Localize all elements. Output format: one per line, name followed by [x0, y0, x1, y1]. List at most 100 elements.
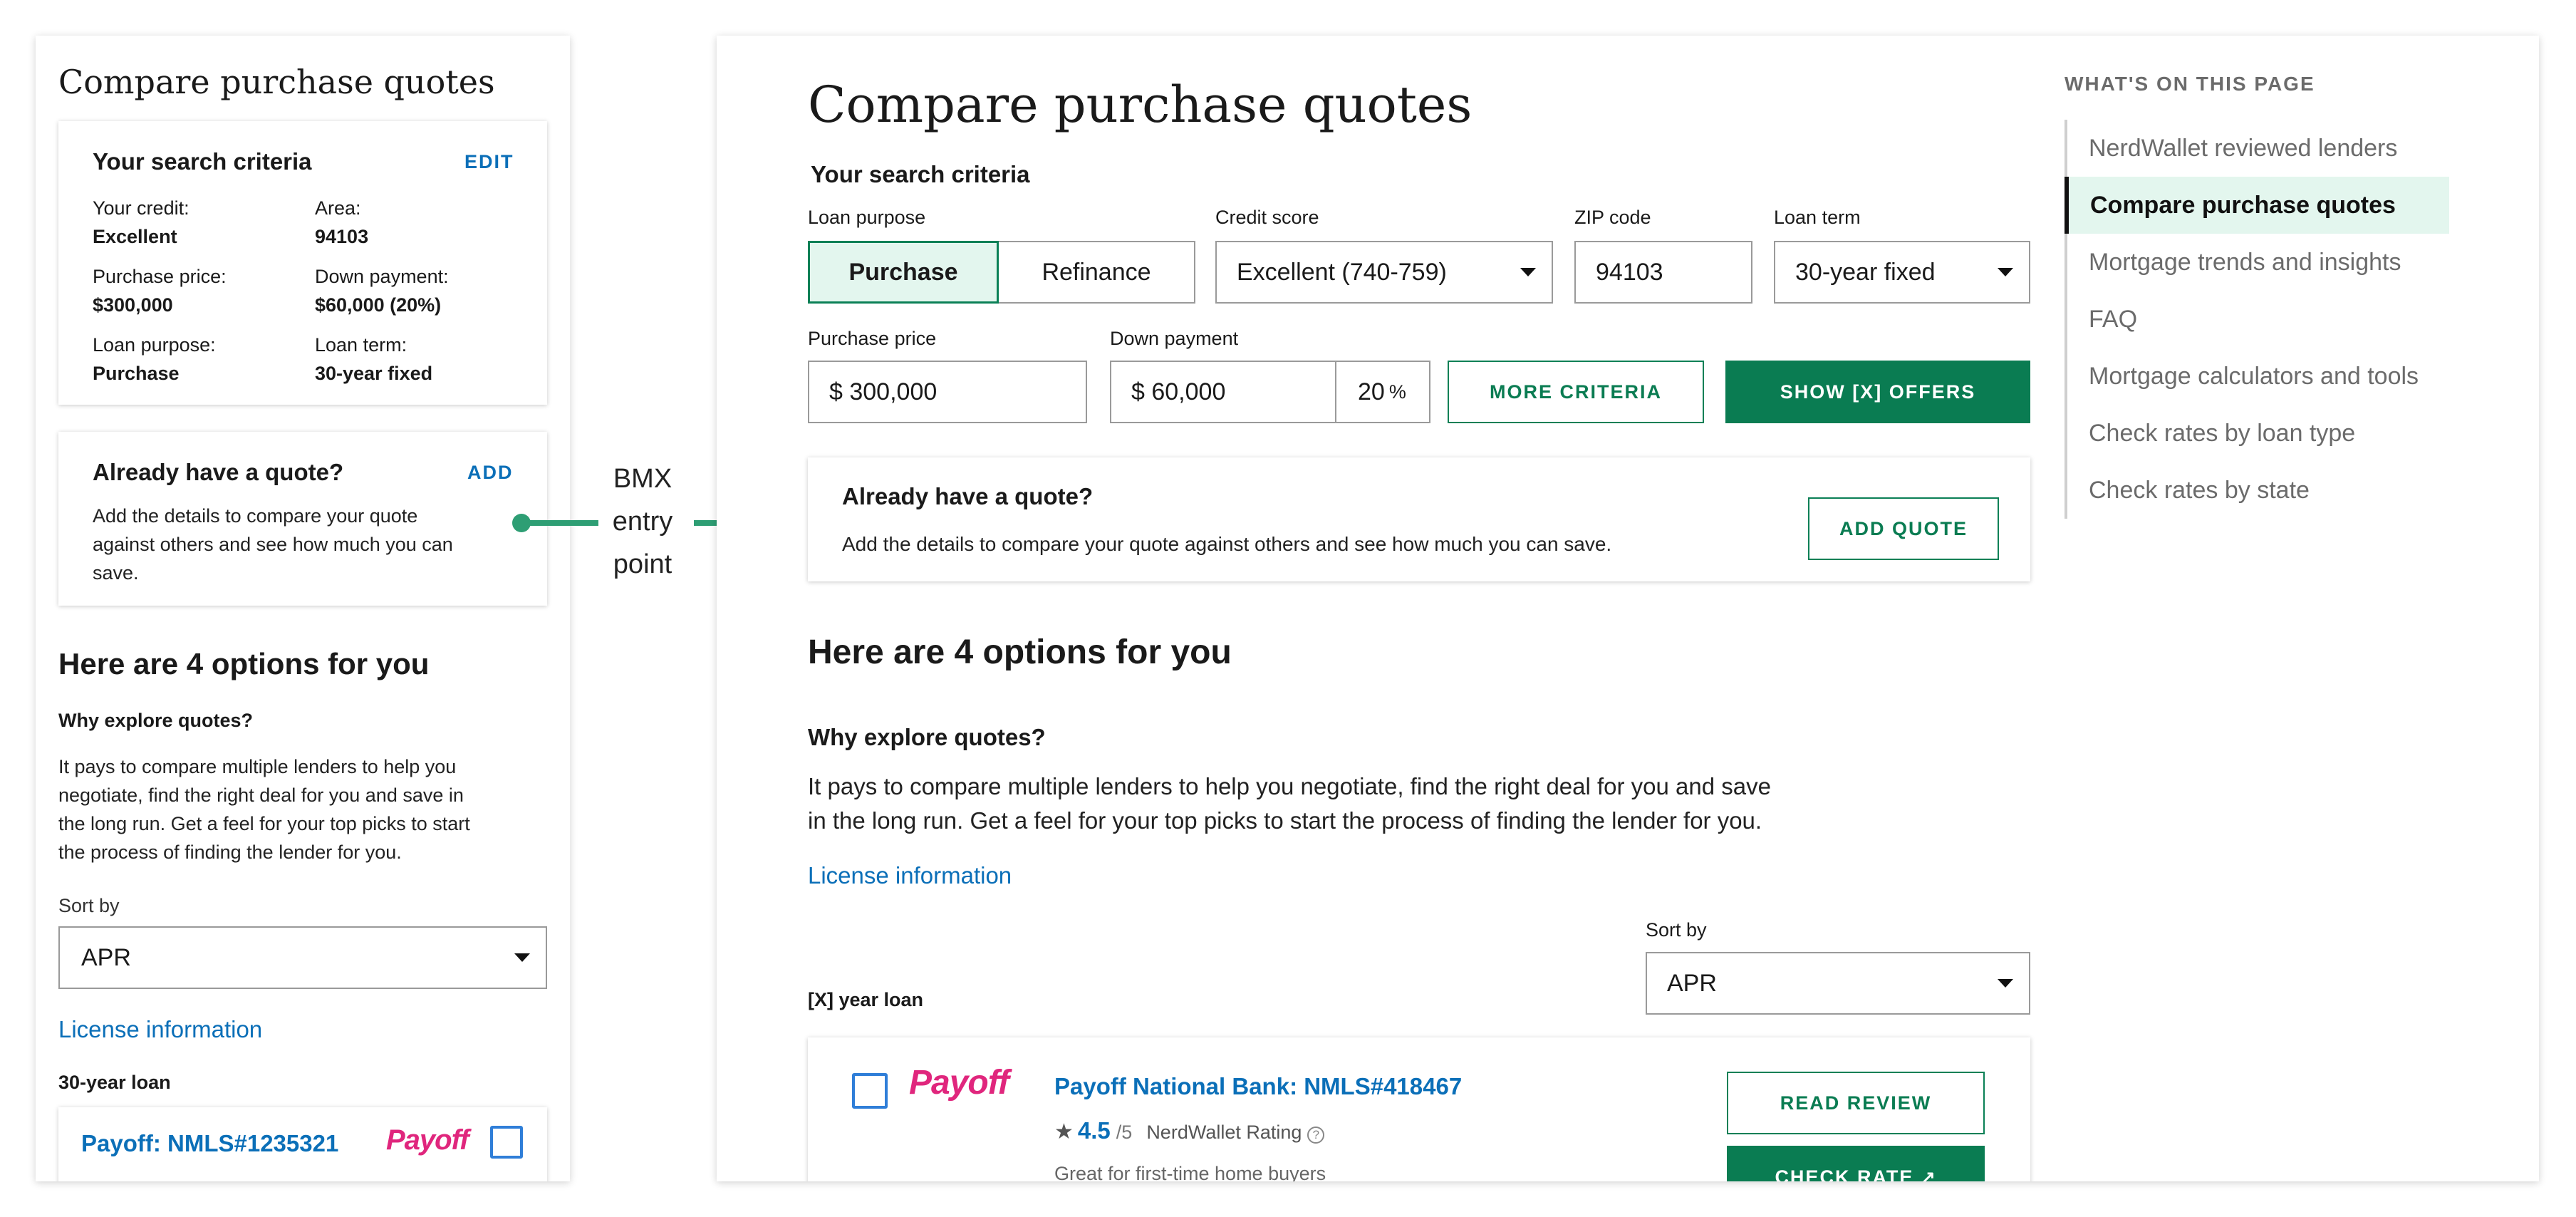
read-review-label: READ REVIEW	[1780, 1092, 1932, 1114]
annotation-label: BMX entry point	[591, 457, 694, 586]
down-payment-input[interactable]: $ 60,000	[1110, 361, 1336, 423]
purchase-price-label: Purchase price	[808, 328, 937, 349]
sort-select-value: APR	[81, 943, 131, 971]
zip-input[interactable]: 94103	[1574, 241, 1752, 304]
rating-value: 4.5	[1077, 1117, 1111, 1144]
show-offers-button[interactable]: SHOW [X] OFFERS	[1725, 361, 2030, 423]
toc-item-label: FAQ	[2089, 305, 2138, 333]
check-rate-label: CHECK RATE	[1775, 1166, 1914, 1182]
loan-term-select[interactable]: 30-year fixed	[1774, 241, 2030, 304]
loan-label: [X] year loan	[808, 989, 924, 1010]
criteria-label: Down payment:	[315, 266, 449, 287]
purchase-price-value: $ 300,000	[829, 378, 938, 405]
criteria-value: $300,000	[93, 294, 173, 316]
down-payment-percent-input[interactable]: 20 %	[1335, 361, 1430, 423]
check-rate-button[interactable]: CHECK RATE ↗	[1727, 1146, 1985, 1181]
mobile-panel: Compare purchase quotes Your search crit…	[36, 36, 570, 1181]
license-link[interactable]: License information	[58, 1016, 262, 1043]
quote-description-line: save.	[93, 562, 139, 584]
add-quote-link[interactable]: ADD	[467, 462, 514, 484]
why-description: It pays to compare multiple lenders to h…	[808, 770, 1771, 838]
criteria-item: Down payment: $60,000 (20%)	[315, 262, 449, 319]
criteria-heading: Your search criteria	[811, 161, 1030, 187]
why-heading: Why explore quotes?	[808, 724, 1046, 750]
why-description: It pays to compare multiple lenders to h…	[58, 752, 470, 866]
chevron-down-icon	[514, 953, 530, 962]
criteria-label: Your credit:	[93, 197, 189, 219]
lender-name-link[interactable]: Payoff National Bank: NMLS#418467	[1054, 1073, 1462, 1100]
why-line: the long run. Get a feel for your top pi…	[58, 813, 470, 834]
payoff-logo: Payoff	[386, 1124, 469, 1156]
criteria-value: 94103	[315, 226, 369, 247]
why-line: in the long run. Get a feel for your top…	[808, 807, 1762, 834]
loan-term-label: Loan term	[1774, 207, 1861, 228]
purchase-price-input[interactable]: $ 300,000	[808, 361, 1087, 423]
toc-item-label: NerdWallet reviewed lenders	[2089, 134, 2398, 162]
loan-term-value: 30-year fixed	[1795, 258, 1936, 286]
show-offers-label: SHOW [X] OFFERS	[1780, 380, 1976, 403]
credit-score-value: Excellent (740-759)	[1237, 258, 1447, 286]
help-icon[interactable]: ?	[1307, 1127, 1325, 1144]
sort-label: Sort by	[58, 895, 120, 916]
refinance-toggle[interactable]: Refinance	[999, 241, 1195, 304]
credit-score-label: Credit score	[1215, 207, 1319, 228]
lender-card: Payoff Payoff National Bank: NMLS#418467…	[808, 1037, 2030, 1181]
compare-checkbox[interactable]	[490, 1126, 523, 1159]
star-icon: ★	[1054, 1120, 1074, 1144]
sort-label: Sort by	[1646, 919, 1707, 941]
refinance-toggle-label: Refinance	[1042, 258, 1151, 286]
toc-item-label: Compare purchase quotes	[2090, 191, 2396, 219]
quote-heading: Already have a quote?	[93, 459, 344, 485]
down-payment-value: $ 60,000	[1131, 378, 1226, 405]
add-quote-label: ADD QUOTE	[1839, 517, 1968, 539]
toc-item-label: Check rates by loan type	[2089, 419, 2356, 447]
toc-heading: WHAT'S ON THIS PAGE	[2065, 73, 2315, 95]
edit-link[interactable]: EDIT	[464, 151, 514, 173]
down-payment-label: Down payment	[1110, 328, 1239, 349]
license-link[interactable]: License information	[808, 862, 1012, 889]
sort-select[interactable]: APR	[1646, 952, 2030, 1015]
toc-nav: NerdWallet reviewed lenders Compare purc…	[2065, 120, 2449, 519]
criteria-label: Area:	[315, 197, 361, 219]
toc-item[interactable]: Mortgage calculators and tools	[2067, 348, 2452, 405]
more-criteria-label: MORE CRITERIA	[1490, 380, 1662, 403]
add-quote-button[interactable]: ADD QUOTE	[1808, 497, 1999, 560]
page-title: Compare purchase quotes	[808, 76, 1473, 134]
existing-quote-card: Already have a quote? ADD Add the detail…	[58, 432, 547, 606]
annotation-line: point	[613, 549, 672, 579]
why-line: It pays to compare multiple lenders to h…	[58, 756, 457, 777]
toc-item[interactable]: Mortgage trends and insights	[2067, 234, 2452, 291]
toc-item[interactable]: NerdWallet reviewed lenders	[2067, 120, 2452, 177]
criteria-label: Loan purpose:	[93, 334, 216, 356]
sort-select[interactable]: APR	[58, 926, 547, 989]
quote-description-line: Add the details to compare your quote	[93, 505, 418, 527]
quote-heading: Already have a quote?	[842, 483, 1094, 509]
criteria-value: $60,000 (20%)	[315, 294, 442, 316]
quote-description: Add the details to compare your quote ag…	[93, 502, 453, 587]
options-heading: Here are 4 options for you	[58, 647, 430, 680]
payoff-logo: Payoff	[909, 1064, 1009, 1102]
toc-item[interactable]: Check rates by loan type	[2067, 405, 2452, 462]
toc-item[interactable]: FAQ	[2067, 291, 2452, 348]
chevron-down-icon	[1998, 268, 2013, 276]
why-line: the process of finding the lender for yo…	[58, 841, 402, 863]
credit-score-select[interactable]: Excellent (740-759)	[1215, 241, 1553, 304]
lender-name-link[interactable]: Payoff: NMLS#1235321	[81, 1130, 338, 1157]
purchase-toggle-label: Purchase	[848, 258, 958, 286]
existing-quote-card: Already have a quote? Add the details to…	[808, 457, 2030, 581]
read-review-button[interactable]: READ REVIEW	[1727, 1072, 1985, 1134]
loan-label: 30-year loan	[58, 1072, 171, 1093]
toc-item[interactable]: Check rates by state	[2067, 462, 2452, 519]
purchase-toggle[interactable]: Purchase	[808, 241, 999, 304]
toc-item-active[interactable]: Compare purchase quotes	[2065, 177, 2449, 234]
annotation-line: entry	[612, 507, 673, 537]
connector-line-left	[521, 520, 598, 526]
external-link-icon: ↗	[1921, 1167, 1937, 1182]
compare-checkbox[interactable]	[852, 1073, 888, 1109]
desktop-panel: Compare purchase quotes Your search crit…	[717, 36, 2539, 1181]
criteria-item: Your credit: Excellent	[93, 194, 189, 251]
toc-item-label: Mortgage trends and insights	[2089, 248, 2401, 276]
options-heading: Here are 4 options for you	[808, 633, 1232, 671]
loan-purpose-label: Loan purpose	[808, 207, 926, 228]
more-criteria-button[interactable]: MORE CRITERIA	[1448, 361, 1704, 423]
